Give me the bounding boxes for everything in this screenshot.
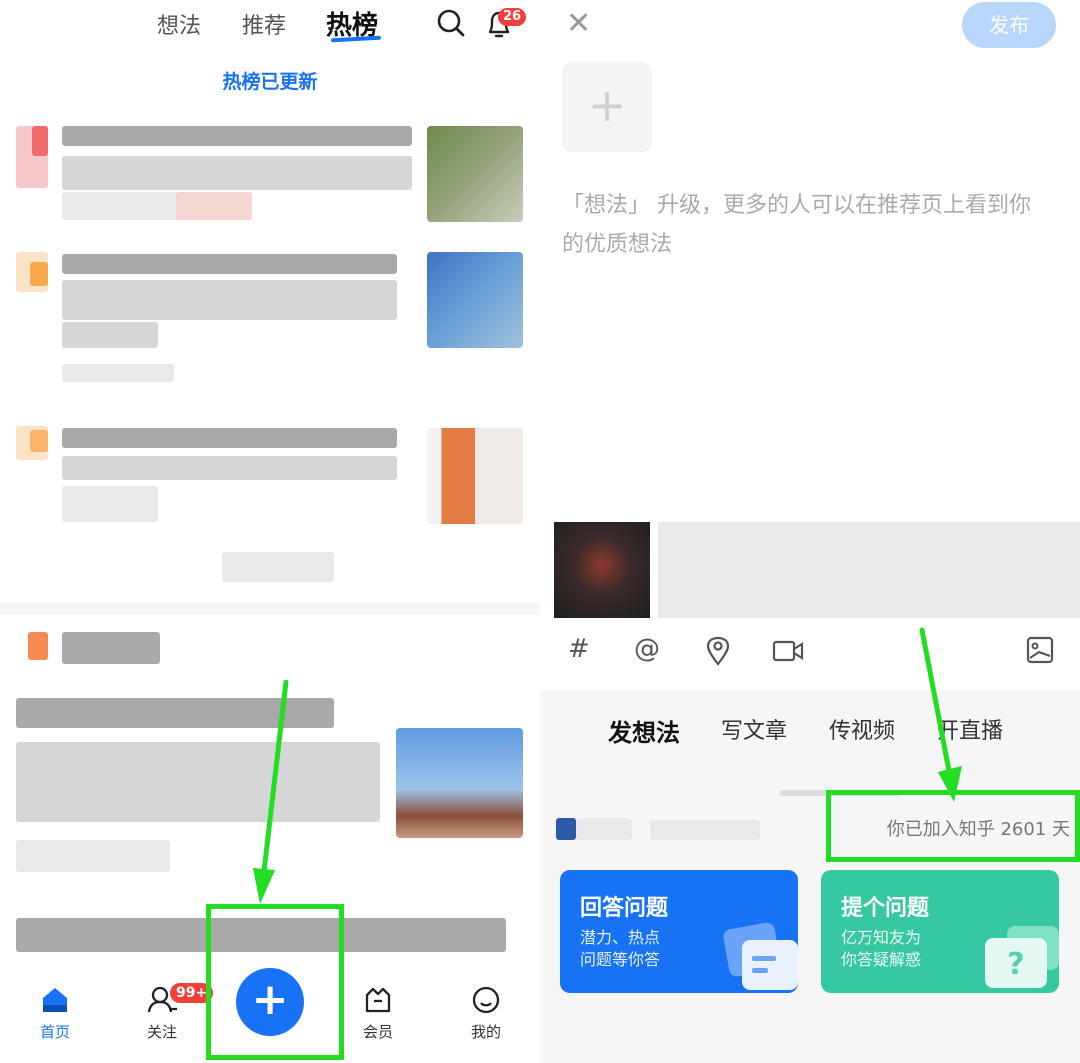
blurred-text bbox=[62, 156, 412, 190]
mode-write-article[interactable]: 写文章 bbox=[721, 713, 787, 745]
chat-bubble-icon bbox=[723, 922, 798, 990]
highlight-box bbox=[206, 904, 344, 1060]
card-subtitle-line: 潜力、热点 bbox=[580, 928, 661, 947]
image-icon[interactable] bbox=[1026, 636, 1054, 664]
section-divider bbox=[0, 603, 540, 615]
blurred-text bbox=[62, 322, 158, 348]
question-bubble-icon: ? bbox=[985, 926, 1059, 988]
smile-face-icon bbox=[472, 986, 500, 1014]
card-subtitle-line: 问题等你答 bbox=[580, 950, 661, 969]
card-subtitle-line: 你答疑解惑 bbox=[841, 950, 922, 969]
close-icon[interactable]: ✕ bbox=[566, 6, 591, 41]
card-title: 回答问题 bbox=[580, 896, 669, 921]
video-icon[interactable] bbox=[772, 639, 804, 663]
blurred-thumbnail bbox=[427, 126, 523, 222]
answer-question-card[interactable]: 回答问题 潜力、热点 问题等你答 bbox=[560, 870, 798, 993]
rank-marker bbox=[30, 430, 48, 452]
card-subtitle: 潜力、热点 问题等你答 bbox=[580, 927, 660, 971]
svg-text:?: ? bbox=[1007, 947, 1024, 982]
nav-me-label: 我的 bbox=[470, 1023, 501, 1041]
blurred-title bbox=[62, 126, 412, 146]
card-subtitle-line: 亿万知友为 bbox=[841, 928, 922, 947]
ask-question-card[interactable]: 提个问题 亿万知友为 你答疑解惑 ? bbox=[821, 870, 1059, 993]
tab-recommend[interactable]: 推荐 bbox=[242, 8, 286, 40]
blurred-meta bbox=[16, 840, 170, 872]
search-icon[interactable] bbox=[436, 8, 466, 40]
annotation-arrow bbox=[919, 627, 962, 802]
composer-hint-text: 「想法」 升级，更多的人可以在推荐页上看到你的优质想法 bbox=[562, 193, 1031, 257]
nav-follow-label: 关注 bbox=[146, 1023, 177, 1041]
blurred-username bbox=[650, 820, 760, 840]
blurred-meta bbox=[222, 552, 334, 582]
location-icon[interactable] bbox=[705, 636, 731, 666]
blurred-text bbox=[16, 742, 380, 822]
blurred-photo[interactable] bbox=[554, 522, 650, 618]
card-subtitle: 亿万知友为 你答疑解惑 bbox=[841, 927, 921, 971]
blurred-text bbox=[62, 486, 158, 522]
tab-ideas[interactable]: 想法 bbox=[157, 8, 201, 40]
card-title: 提个问题 bbox=[841, 896, 930, 921]
blurred-title bbox=[62, 428, 397, 448]
mode-upload-video[interactable]: 传视频 bbox=[829, 713, 895, 745]
blurred-avatar bbox=[576, 818, 632, 840]
mode-post-idea[interactable]: 发想法 bbox=[608, 713, 680, 748]
nav-home-label: 首页 bbox=[39, 1023, 70, 1041]
composer-screen: ✕ 发布 + 「想法」 升级，更多的人可以在推荐页上看到你的优质想法 # @ 发… bbox=[540, 0, 1080, 1063]
hot-list-screen: 想法 推荐 热榜 26 热榜已更新 首页 关注 99+ + 会员 我的 bbox=[0, 0, 540, 1063]
annotation-arrow bbox=[253, 680, 289, 904]
blurred-thumbnail bbox=[427, 252, 523, 348]
home-icon bbox=[43, 988, 67, 1012]
rank-marker bbox=[32, 126, 48, 156]
mention-icon[interactable]: @ bbox=[634, 634, 660, 664]
publish-button[interactable]: 发布 bbox=[962, 2, 1056, 48]
crown-icon bbox=[365, 987, 391, 1013]
hot-list-updated-notice: 热榜已更新 bbox=[222, 71, 318, 93]
hashtag-icon[interactable]: # bbox=[568, 634, 590, 664]
rank-marker bbox=[30, 262, 48, 286]
blurred-title bbox=[62, 632, 160, 664]
blurred-photo-strip[interactable] bbox=[658, 522, 1080, 618]
blurred-meta bbox=[62, 364, 174, 382]
nav-vip-label: 会员 bbox=[362, 1023, 393, 1041]
blurred-thumbnail bbox=[396, 728, 523, 838]
blurred-meta bbox=[176, 192, 252, 220]
blurred-thumbnail bbox=[427, 428, 523, 524]
blurred-text bbox=[62, 456, 397, 480]
blurred-text bbox=[62, 280, 397, 320]
blurred-title bbox=[62, 254, 397, 274]
add-image-button[interactable]: + bbox=[562, 62, 652, 152]
rank-marker bbox=[28, 632, 48, 660]
notification-badge: 26 bbox=[498, 8, 527, 26]
blurred-avatar bbox=[556, 818, 576, 840]
